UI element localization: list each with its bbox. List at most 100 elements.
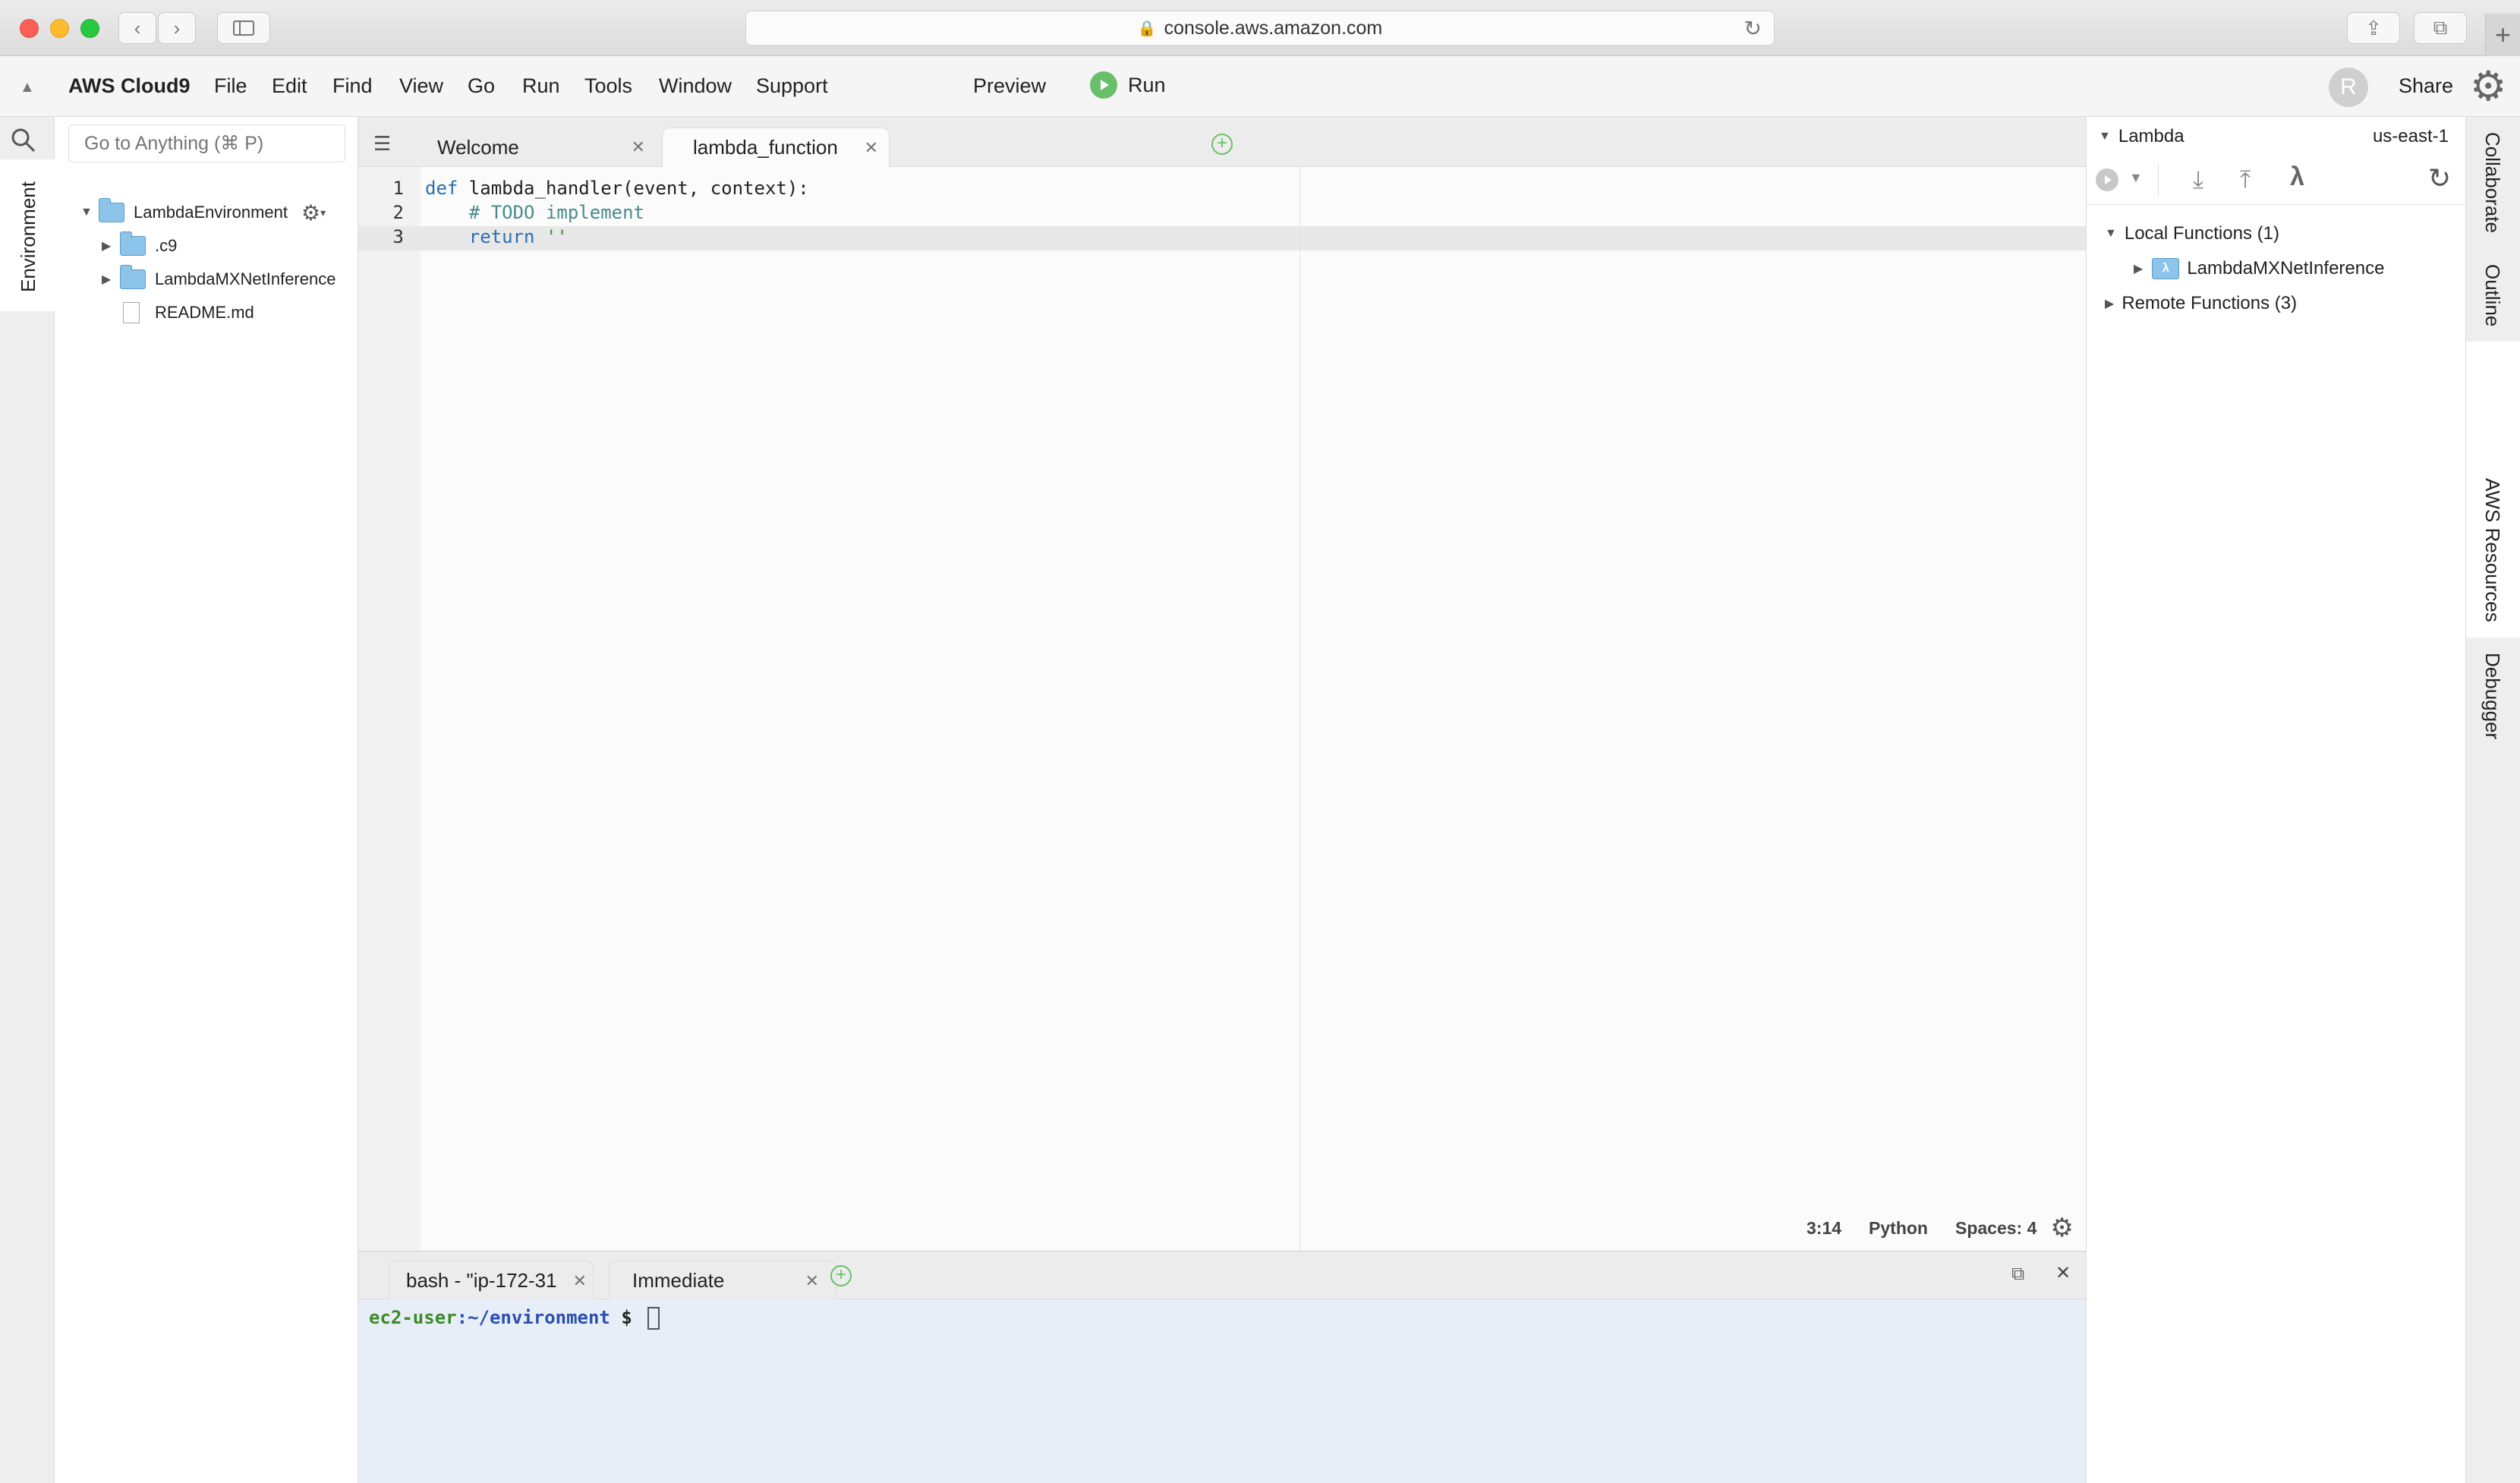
tab-environment[interactable]: Environment bbox=[0, 159, 55, 311]
collapse-menu-icon[interactable]: ▲ bbox=[20, 79, 35, 96]
local-function-item[interactable]: ▶ λ LambdaMXNetInference bbox=[2134, 258, 2384, 279]
search-icon[interactable] bbox=[11, 128, 36, 160]
local-functions-node[interactable]: ▼ Local Functions (1) bbox=[2105, 223, 2279, 244]
tabs-overview-button[interactable]: ⧉ bbox=[2414, 12, 2467, 44]
terminal-panel[interactable]: ec2-user:~/environment $ bbox=[358, 1299, 2086, 1483]
refresh-icon[interactable]: ↻ bbox=[2428, 162, 2451, 194]
terminal-tab-bar: bash - "ip-172-31 ✕ Immediate ✕ + ⧉ ✕ bbox=[358, 1251, 2086, 1300]
avatar[interactable]: R bbox=[2329, 68, 2368, 107]
close-panel-icon[interactable]: ✕ bbox=[2055, 1262, 2071, 1284]
preferences-gear-icon[interactable]: ⚙ bbox=[2470, 65, 2506, 108]
sidebar-toggle-button[interactable] bbox=[217, 12, 270, 44]
brand-menu[interactable]: AWS Cloud9 bbox=[68, 74, 191, 98]
tree-root-folder[interactable]: ▼ LambdaEnvironment ⚙ ▾ bbox=[80, 197, 326, 228]
editor-settings-gear-icon[interactable]: ⚙ bbox=[2050, 1213, 2073, 1243]
terminal-cursor bbox=[647, 1307, 660, 1330]
tab-label: AWS Resources bbox=[2481, 478, 2504, 622]
run-options-caret-icon[interactable]: ▼ bbox=[2129, 170, 2143, 186]
menu-run[interactable]: Run bbox=[522, 74, 560, 98]
new-tab-button[interactable]: + bbox=[2485, 14, 2520, 56]
lambda-toolbar: ▼ ⤓ ⤒ λ ↻ bbox=[2087, 155, 2466, 205]
new-tab-plus-icon[interactable]: + bbox=[1211, 134, 1233, 155]
close-window-button[interactable] bbox=[20, 19, 39, 38]
address-bar[interactable]: 🔒 console.aws.amazon.com ↻ bbox=[745, 11, 1775, 46]
share-button[interactable]: Share bbox=[2399, 74, 2453, 98]
tabs-icon: ⧉ bbox=[2433, 16, 2448, 39]
tree-file-readme[interactable]: README.md bbox=[123, 298, 254, 328]
goto-anything-input[interactable] bbox=[68, 124, 345, 162]
menu-edit[interactable]: Edit bbox=[272, 74, 307, 98]
chevron-right-icon: ▶ bbox=[102, 273, 112, 286]
maximize-panel-icon[interactable]: ⧉ bbox=[2011, 1264, 2024, 1285]
import-function-icon[interactable]: ⤓ bbox=[2193, 165, 2203, 194]
share-icon: ⇪ bbox=[2365, 16, 2382, 39]
menu-window[interactable]: Window bbox=[659, 74, 732, 98]
code-line-2: # TODO implement bbox=[425, 202, 644, 223]
tab-immediate[interactable]: Immediate ✕ bbox=[609, 1261, 836, 1300]
menu-tools[interactable]: Tools bbox=[584, 74, 632, 98]
close-icon[interactable]: ✕ bbox=[573, 1271, 587, 1291]
tab-lambda-function[interactable]: lambda_function ✕ bbox=[662, 128, 890, 167]
tab-welcome[interactable]: Welcome ✕ bbox=[419, 128, 662, 167]
tab-collaborate[interactable]: Collaborate bbox=[2466, 117, 2520, 246]
editor-area[interactable] bbox=[358, 117, 2086, 1251]
terminal-prompt: ec2-user:~/environment $ bbox=[369, 1307, 660, 1330]
tab-label: Welcome bbox=[437, 135, 519, 159]
minimize-window-button[interactable] bbox=[50, 19, 69, 38]
back-button[interactable]: ‹ bbox=[118, 12, 156, 44]
lambda-section-header[interactable]: ▼ Lambda bbox=[2099, 126, 2185, 147]
menu-view[interactable]: View bbox=[399, 74, 443, 98]
tab-list-icon[interactable]: ☰ bbox=[373, 132, 391, 156]
close-icon[interactable]: ✕ bbox=[805, 1271, 819, 1291]
menu-support[interactable]: Support bbox=[756, 74, 828, 98]
run-button-label: Run bbox=[1128, 73, 1166, 96]
left-side-strip bbox=[0, 117, 55, 1483]
run-function-icon[interactable] bbox=[2096, 168, 2118, 191]
play-icon bbox=[1090, 71, 1117, 99]
chevron-down-icon: ▼ bbox=[80, 206, 93, 219]
menu-go[interactable]: Go bbox=[468, 74, 495, 98]
tree-folder-c9[interactable]: ▶ .c9 bbox=[102, 231, 177, 261]
run-button[interactable]: Run bbox=[1090, 71, 1166, 99]
indentation-setting[interactable]: Spaces: 4 bbox=[1955, 1218, 2036, 1239]
menu-find[interactable]: Find bbox=[332, 74, 373, 98]
cursor-position[interactable]: 3:14 bbox=[1807, 1218, 1841, 1239]
tab-aws-resources[interactable]: AWS Resources bbox=[2466, 342, 2520, 638]
close-icon[interactable]: ✕ bbox=[632, 137, 645, 157]
chevron-down-icon: ▼ bbox=[2105, 227, 2117, 240]
language-mode[interactable]: Python bbox=[1869, 1218, 1928, 1239]
caret-down-icon[interactable]: ▾ bbox=[320, 206, 326, 219]
tree-folder-lambdamxnetinference[interactable]: ▶ LambdaMXNetInference bbox=[102, 264, 335, 294]
lambda-folder-icon: λ bbox=[2152, 258, 2180, 279]
create-lambda-function-icon[interactable]: λ bbox=[2290, 162, 2304, 192]
tab-bash[interactable]: bash - "ip-172-31 ✕ bbox=[389, 1261, 594, 1300]
toolbar-divider bbox=[2158, 164, 2159, 196]
tab-outline[interactable]: Outline bbox=[2466, 253, 2520, 337]
deploy-function-icon[interactable]: ⤒ bbox=[2240, 165, 2251, 194]
preview-button[interactable]: Preview bbox=[973, 74, 1046, 98]
tab-label: Collaborate bbox=[2481, 132, 2504, 233]
close-icon[interactable]: ✕ bbox=[865, 138, 878, 158]
forward-button[interactable]: › bbox=[158, 12, 196, 44]
app-menu-bar: ▲ AWS Cloud9 File Edit Find View Go Run … bbox=[0, 56, 2520, 117]
share-page-button[interactable]: ⇪ bbox=[2347, 12, 2400, 44]
tree-settings-gear-icon[interactable]: ⚙ bbox=[301, 200, 320, 225]
region-label[interactable]: us-east-1 bbox=[2373, 126, 2449, 147]
chevron-right-icon: › bbox=[173, 16, 181, 39]
menu-file[interactable]: File bbox=[214, 74, 247, 98]
lambda-section-title: Lambda bbox=[2118, 126, 2185, 146]
code-string: '' bbox=[534, 226, 568, 247]
new-terminal-plus-icon[interactable]: + bbox=[830, 1265, 852, 1286]
prompt-symbol: $ bbox=[610, 1307, 644, 1328]
line-number: 2 bbox=[392, 202, 404, 223]
tab-debugger[interactable]: Debugger bbox=[2466, 645, 2520, 767]
local-functions-label: Local Functions (1) bbox=[2124, 223, 2279, 244]
remote-functions-node[interactable]: ▶ Remote Functions (3) bbox=[2105, 293, 2297, 314]
maximize-window-button[interactable] bbox=[80, 19, 99, 38]
code-text: lambda_handler(event, context): bbox=[458, 178, 809, 199]
code-line-3: return '' bbox=[425, 226, 568, 247]
code-keyword: return bbox=[468, 226, 535, 247]
file-tree-panel: ▼ LambdaEnvironment ⚙ ▾ ▶ .c9 ▶ LambdaMX… bbox=[55, 117, 358, 1483]
reload-icon[interactable]: ↻ bbox=[1744, 16, 1762, 41]
